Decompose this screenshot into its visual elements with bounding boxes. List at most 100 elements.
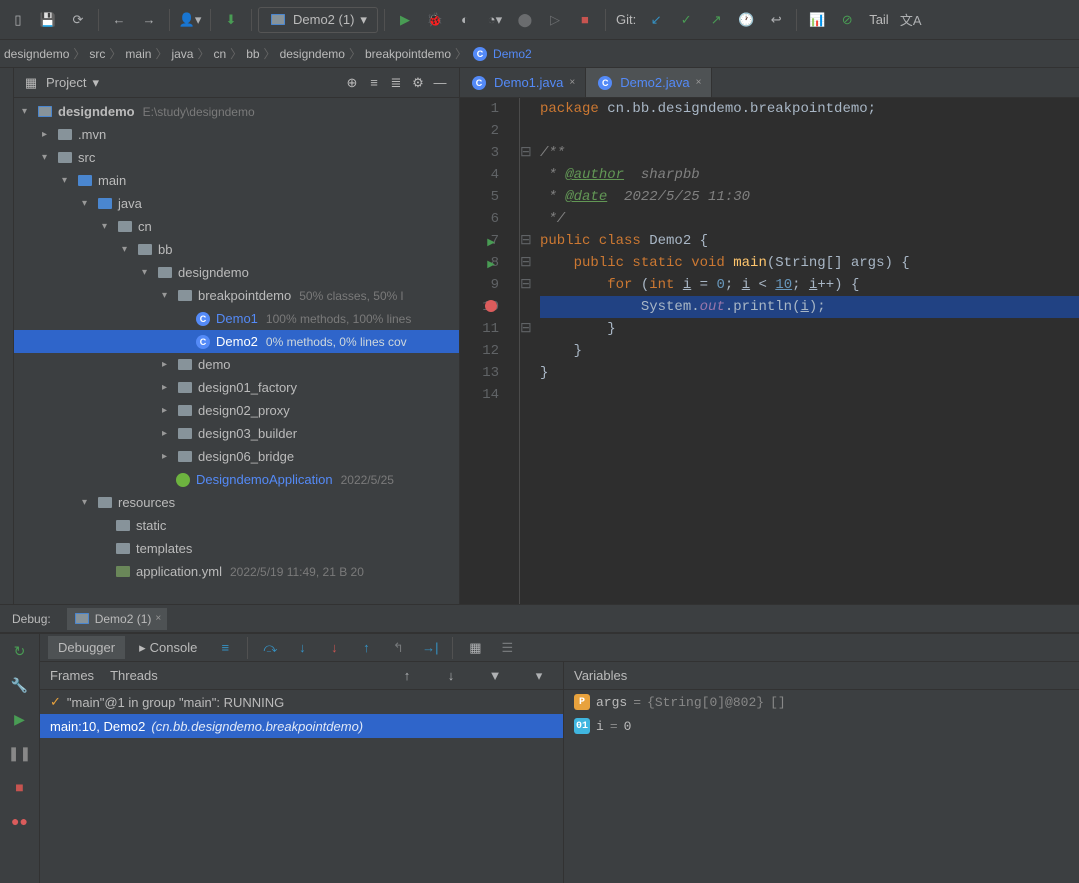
coverage-icon[interactable]: ◐	[451, 6, 479, 34]
run-icon[interactable]: ▶	[391, 6, 419, 34]
bc-item[interactable]: main	[125, 47, 151, 61]
tree-row[interactable]: static	[14, 514, 459, 537]
inspect-icon[interactable]: ⊘	[833, 6, 861, 34]
thread-status-row[interactable]: ✓ "main"@1 in group "main": RUNNING	[40, 690, 563, 714]
save-icon[interactable]: 💾	[34, 6, 62, 34]
evaluate-icon[interactable]: ▦	[461, 634, 489, 662]
tree-row[interactable]: ▾bb	[14, 238, 459, 261]
bc-item[interactable]: java	[171, 47, 193, 61]
bc-item[interactable]: breakpointdemo	[365, 47, 451, 61]
debug-icon[interactable]: 🐞	[421, 6, 449, 34]
tree-row[interactable]: ▾main	[14, 169, 459, 192]
breakpoints-icon[interactable]: ●●	[9, 810, 31, 832]
git-update-icon[interactable]: ↙	[642, 6, 670, 34]
run-config-selector[interactable]: Demo2 (1) ▾	[258, 7, 378, 33]
console-tab[interactable]: ▸Console	[129, 636, 207, 660]
git-push-icon[interactable]: ↗	[702, 6, 730, 34]
hide-icon[interactable]: —	[429, 72, 451, 94]
prev-frame-icon[interactable]: ↑	[393, 662, 421, 690]
refresh-icon[interactable]: ⟳	[64, 6, 92, 34]
trace-icon[interactable]: ☰	[493, 634, 521, 662]
settings-icon[interactable]: ⚙	[407, 72, 429, 94]
debugger-tab[interactable]: Debugger	[48, 636, 125, 659]
tree-row[interactable]: ▾breakpointdemo50% classes, 50% l	[14, 284, 459, 307]
more-icon[interactable]: ▾	[525, 662, 553, 690]
code-lines[interactable]: package cn.bb.designdemo.breakpointdemo;…	[534, 98, 1079, 604]
run-to-cursor-icon[interactable]: →|	[416, 634, 444, 662]
bc-item[interactable]: designdemo	[280, 47, 345, 61]
tree-row[interactable]: ▸design06_bridge	[14, 445, 459, 468]
step-into-icon[interactable]: ↓	[288, 634, 316, 662]
bc-item[interactable]: Demo2	[493, 47, 532, 61]
editor-tab-demo2[interactable]: C Demo2.java ×	[586, 68, 712, 97]
editor-tab-demo1[interactable]: C Demo1.java ×	[460, 68, 586, 97]
pause-icon[interactable]: ❚❚	[9, 742, 31, 764]
user-icon[interactable]: 👤▾	[176, 6, 204, 34]
next-frame-icon[interactable]: ↓	[437, 662, 465, 690]
skip-icon[interactable]: ▷	[541, 6, 569, 34]
tree-row[interactable]: ▾cn	[14, 215, 459, 238]
modify-icon[interactable]: 🔧	[9, 674, 31, 696]
frames-tab[interactable]: Frames	[50, 668, 94, 683]
fold-gutter[interactable]: ⊟ ⊟⊟⊟ ⊟	[520, 98, 534, 604]
stop-icon[interactable]: ■	[571, 6, 599, 34]
new-file-icon[interactable]: ▯	[4, 6, 32, 34]
forward-icon[interactable]: →	[135, 6, 163, 34]
bc-item[interactable]: designdemo	[4, 47, 69, 61]
expand-icon[interactable]: ≡	[363, 72, 385, 94]
stack-frame-row[interactable]: main:10, Demo2 (cn.bb.designdemo.breakpo…	[40, 714, 563, 738]
close-icon[interactable]: ×	[696, 77, 702, 88]
project-tree[interactable]: ▾ designdemo E:\study\designdemo ▸.mvn ▾…	[14, 98, 459, 604]
chevron-down-icon[interactable]: ▾	[92, 75, 99, 91]
tree-row[interactable]: ▾resources	[14, 491, 459, 514]
rerun-icon[interactable]: ↻	[9, 640, 31, 662]
tree-row-demo1[interactable]: CDemo1100% methods, 100% lines	[14, 307, 459, 330]
filter-icon[interactable]: ▼	[481, 662, 509, 690]
variable-row[interactable]: P args = {String[0]@802} []	[564, 690, 1079, 714]
build-icon[interactable]: ⬇	[217, 6, 245, 34]
tree-row-yml[interactable]: application.yml2022/5/19 11:49, 21 B 20	[14, 560, 459, 583]
debug-session-tab[interactable]: Demo2 (1) ×	[67, 608, 168, 630]
variables-tab[interactable]: Variables	[574, 668, 627, 683]
tree-row[interactable]: ▾java	[14, 192, 459, 215]
git-history-icon[interactable]: 🕐	[732, 6, 760, 34]
step-out-icon[interactable]: ↑	[352, 634, 380, 662]
tree-row[interactable]: ▸demo	[14, 353, 459, 376]
tree-row[interactable]: ▾src	[14, 146, 459, 169]
drop-frame-icon[interactable]: ↰	[384, 634, 412, 662]
bc-item[interactable]: cn	[213, 47, 226, 61]
tree-row[interactable]: templates	[14, 537, 459, 560]
profile-icon[interactable]: ◔▾	[481, 6, 509, 34]
translate-icon[interactable]: 文A	[897, 6, 925, 34]
locate-icon[interactable]: ⊕	[341, 72, 363, 94]
stats-icon[interactable]: 📊	[803, 6, 831, 34]
stop-icon[interactable]: ■	[9, 776, 31, 798]
breakpoint-icon[interactable]	[485, 300, 497, 312]
resume-icon[interactable]: ▶	[9, 708, 31, 730]
git-rollback-icon[interactable]: ↩	[762, 6, 790, 34]
tree-row[interactable]: ▸design01_factory	[14, 376, 459, 399]
code-editor[interactable]: 1 2 3 4 5 6 7▶ 8▶ 9 10 11 12 13 14 ⊟ ⊟⊟⊟…	[460, 98, 1079, 604]
left-tool-stripe[interactable]	[0, 68, 14, 604]
tree-row-root[interactable]: ▾ designdemo E:\study\designdemo	[14, 100, 459, 123]
force-step-into-icon[interactable]: ↓	[320, 634, 348, 662]
tree-row[interactable]: ▾designdemo	[14, 261, 459, 284]
tree-row[interactable]: ▸.mvn	[14, 123, 459, 146]
back-icon[interactable]: ←	[105, 6, 133, 34]
gutter[interactable]: 1 2 3 4 5 6 7▶ 8▶ 9 10 11 12 13 14	[460, 98, 520, 604]
attach-icon[interactable]: ⬤	[511, 6, 539, 34]
tree-row[interactable]: ▸design02_proxy	[14, 399, 459, 422]
tree-row-app[interactable]: DesigndemoApplication2022/5/25	[14, 468, 459, 491]
tree-row[interactable]: ▸design03_builder	[14, 422, 459, 445]
bc-item[interactable]: bb	[246, 47, 259, 61]
tree-row-demo2[interactable]: CDemo20% methods, 0% lines cov	[14, 330, 459, 353]
collapse-icon[interactable]: ≣	[385, 72, 407, 94]
threads-tab[interactable]: Threads	[110, 668, 158, 683]
variable-row[interactable]: 01 i = 0	[564, 714, 1079, 738]
close-icon[interactable]: ×	[155, 613, 161, 624]
git-commit-icon[interactable]: ✓	[672, 6, 700, 34]
step-over-icon[interactable]: ⤼	[256, 634, 284, 662]
show-exec-point-icon[interactable]: ≡	[211, 634, 239, 662]
close-icon[interactable]: ×	[569, 77, 575, 88]
bc-item[interactable]: src	[89, 47, 105, 61]
